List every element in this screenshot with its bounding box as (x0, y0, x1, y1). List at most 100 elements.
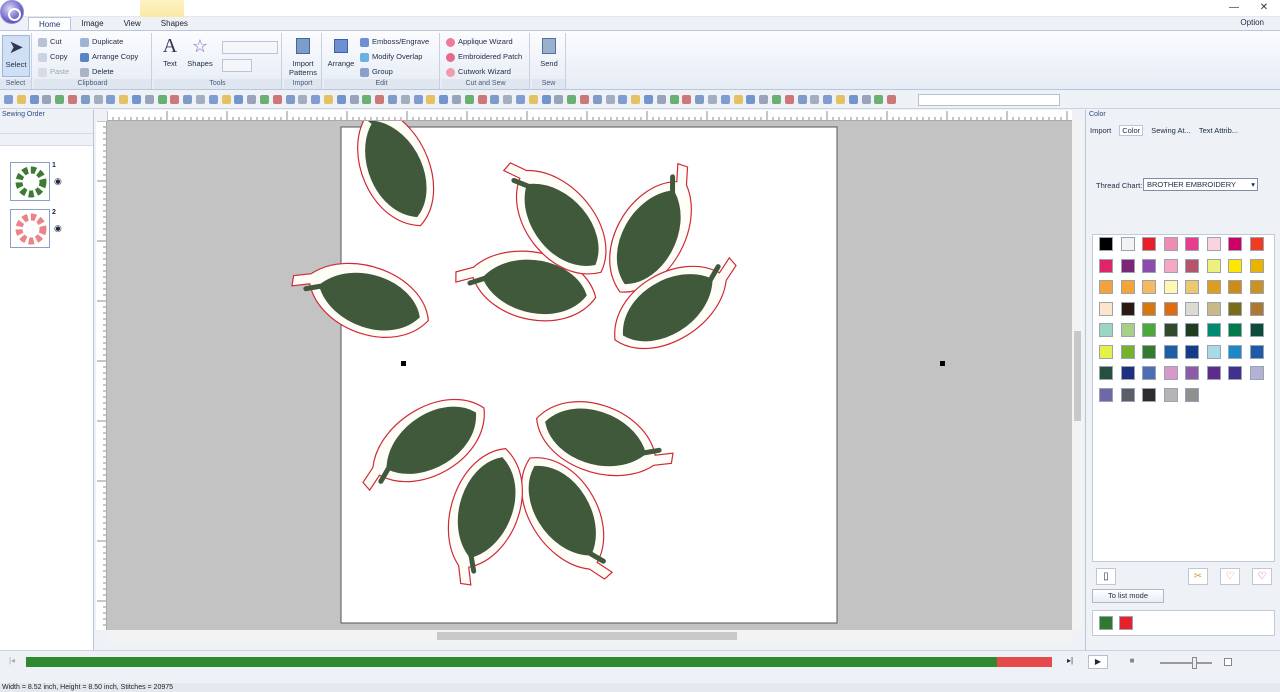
paste-button[interactable]: Paste (38, 66, 69, 78)
toolbar-tool-icon[interactable] (836, 95, 845, 104)
toolbar-tool-icon[interactable] (260, 95, 269, 104)
thread-color-swatch[interactable] (1120, 258, 1135, 273)
thread-chart-select[interactable]: BROTHER EMBROIDERY ▾ (1143, 178, 1258, 191)
toolbar-tool-icon[interactable] (797, 95, 807, 104)
restore-button[interactable] (1219, 0, 1247, 16)
thread-color-swatch[interactable] (1206, 301, 1221, 316)
toolbar-tool-icon[interactable] (592, 95, 602, 104)
toolbar-tool-icon[interactable] (708, 95, 717, 104)
close-window-button[interactable]: ✕ (1250, 0, 1278, 16)
tab-sewing-attributes[interactable]: Sewing At... (1151, 125, 1191, 136)
tab-image[interactable]: Image (71, 17, 113, 30)
thread-color-swatch[interactable] (1249, 237, 1264, 251)
thread-color-swatch[interactable] (1228, 301, 1242, 316)
thread-color-swatch[interactable] (1228, 323, 1242, 337)
toolbar-tool-icon[interactable] (823, 95, 833, 104)
thread-color-swatch[interactable] (1185, 280, 1199, 294)
thread-color-swatch[interactable] (1206, 366, 1221, 380)
toolbar-tool-icon[interactable] (887, 95, 897, 104)
realistic-checkbox[interactable] (1224, 658, 1232, 666)
thread-color-swatch[interactable] (1099, 344, 1113, 359)
toolbar-tool-icon[interactable] (208, 95, 218, 104)
applique-wizard-button[interactable]: Applique Wizard (446, 36, 513, 48)
heart-outline-icon[interactable]: ♡ (1220, 568, 1240, 585)
thread-color-swatch[interactable] (1228, 258, 1242, 273)
delete-button[interactable]: Delete (80, 66, 114, 78)
toolbar-tool-icon[interactable] (132, 95, 141, 104)
toolbar-tool-icon[interactable] (528, 95, 538, 104)
text-button[interactable]: A Text (158, 35, 182, 69)
toolbar-tool-icon[interactable] (503, 95, 513, 104)
horizontal-scrollbar[interactable] (107, 630, 1072, 642)
thread-color-swatch[interactable] (1249, 301, 1264, 316)
thread-color-swatch[interactable] (1228, 344, 1242, 359)
cutwork-wizard-button[interactable]: Cutwork Wizard (446, 66, 511, 78)
selection-handle[interactable] (401, 361, 406, 366)
tab-color[interactable]: Color (1119, 125, 1144, 136)
embroidered-patch-button[interactable]: Embroidered Patch (446, 51, 522, 63)
thread-color-swatch[interactable] (1163, 258, 1178, 273)
thread-color-swatch[interactable] (1142, 344, 1156, 359)
tab-home[interactable]: Home (28, 17, 72, 30)
toolbar-tool-icon[interactable] (324, 95, 333, 104)
toolbar-tool-icon[interactable] (669, 95, 679, 104)
end-icon[interactable]: ▸| (1060, 655, 1080, 669)
thread-color-swatch[interactable] (1228, 366, 1242, 380)
toolbar-tool-icon[interactable] (144, 95, 154, 104)
toolbar-tool-icon[interactable] (349, 95, 359, 104)
toolbar-tool-icon[interactable] (4, 95, 13, 104)
scissors-icon[interactable]: ✂ (1188, 568, 1208, 585)
tab-view[interactable]: View (114, 17, 151, 30)
toolbar-tool-icon[interactable] (452, 95, 461, 104)
toolbar-tool-icon[interactable] (413, 95, 423, 104)
thread-color-swatch[interactable] (1185, 387, 1199, 402)
thread-color-swatch[interactable] (1185, 258, 1199, 273)
tab-text-attributes[interactable]: Text Attrib... (1199, 125, 1238, 136)
toolbar-tool-icon[interactable] (656, 95, 666, 104)
option-menu[interactable]: Option (1240, 18, 1264, 27)
thread-color-swatch[interactable] (1206, 258, 1221, 273)
toolbar-tool-icon[interactable] (644, 95, 653, 104)
toolbar-tool-icon[interactable] (772, 95, 781, 104)
toolbar-tool-icon[interactable] (80, 95, 90, 104)
shapes-button[interactable]: ☆ Shapes (186, 35, 214, 69)
thread-color-swatch[interactable] (1120, 237, 1135, 251)
toolbar-tool-icon[interactable] (196, 95, 205, 104)
thread-color-swatch[interactable] (1099, 280, 1113, 294)
to-list-mode-button[interactable]: To list mode (1092, 589, 1164, 603)
toolbar-tool-icon[interactable] (784, 95, 794, 104)
thread-color-swatch[interactable] (1120, 280, 1135, 294)
thread-color-swatch[interactable] (1163, 237, 1178, 251)
emboss-engrave-button[interactable]: Emboss/Engrave (360, 36, 429, 48)
sewing-order-thumb-leaves[interactable] (10, 162, 50, 201)
send-button[interactable]: Send (534, 35, 564, 68)
select-button[interactable]: ➤ Select (2, 35, 30, 77)
cut-button[interactable]: Cut (38, 36, 62, 48)
thread-color-swatch[interactable] (1099, 387, 1113, 402)
toolbar-tool-icon[interactable] (477, 95, 487, 104)
import-patterns-button[interactable]: Import Patterns (286, 35, 320, 77)
thread-color-swatch[interactable] (1142, 301, 1156, 316)
toolbar-tool-icon[interactable] (55, 95, 65, 104)
used-color-swatch[interactable] (1119, 616, 1133, 630)
toolbar-tool-icon[interactable] (234, 95, 244, 104)
toolbar-tool-icon[interactable] (874, 95, 884, 104)
toolbar-tool-icon[interactable] (733, 95, 743, 104)
toolbar-tool-icon[interactable] (580, 95, 589, 104)
thread-color-swatch[interactable] (1206, 323, 1221, 337)
toolbar-tool-icon[interactable] (490, 95, 500, 104)
stop-icon[interactable]: ■ (1122, 655, 1142, 669)
thread-color-swatch[interactable] (1185, 323, 1199, 337)
design-canvas[interactable] (107, 121, 1072, 630)
toolbar-tool-icon[interactable] (93, 95, 103, 104)
toolbar-tool-icon[interactable] (567, 95, 577, 104)
toolbar-tool-icon[interactable] (311, 95, 321, 104)
thread-color-swatch[interactable] (1163, 280, 1178, 294)
copy-button[interactable]: Copy (38, 51, 68, 63)
vertical-scrollbar[interactable] (1072, 121, 1083, 630)
toolbar-tool-icon[interactable] (516, 95, 525, 104)
selection-handle[interactable] (940, 361, 945, 366)
sewing-order-thumb-outlines[interactable] (10, 209, 50, 248)
thread-color-swatch[interactable] (1120, 387, 1135, 402)
arrange-button[interactable]: Arrange (326, 35, 356, 68)
